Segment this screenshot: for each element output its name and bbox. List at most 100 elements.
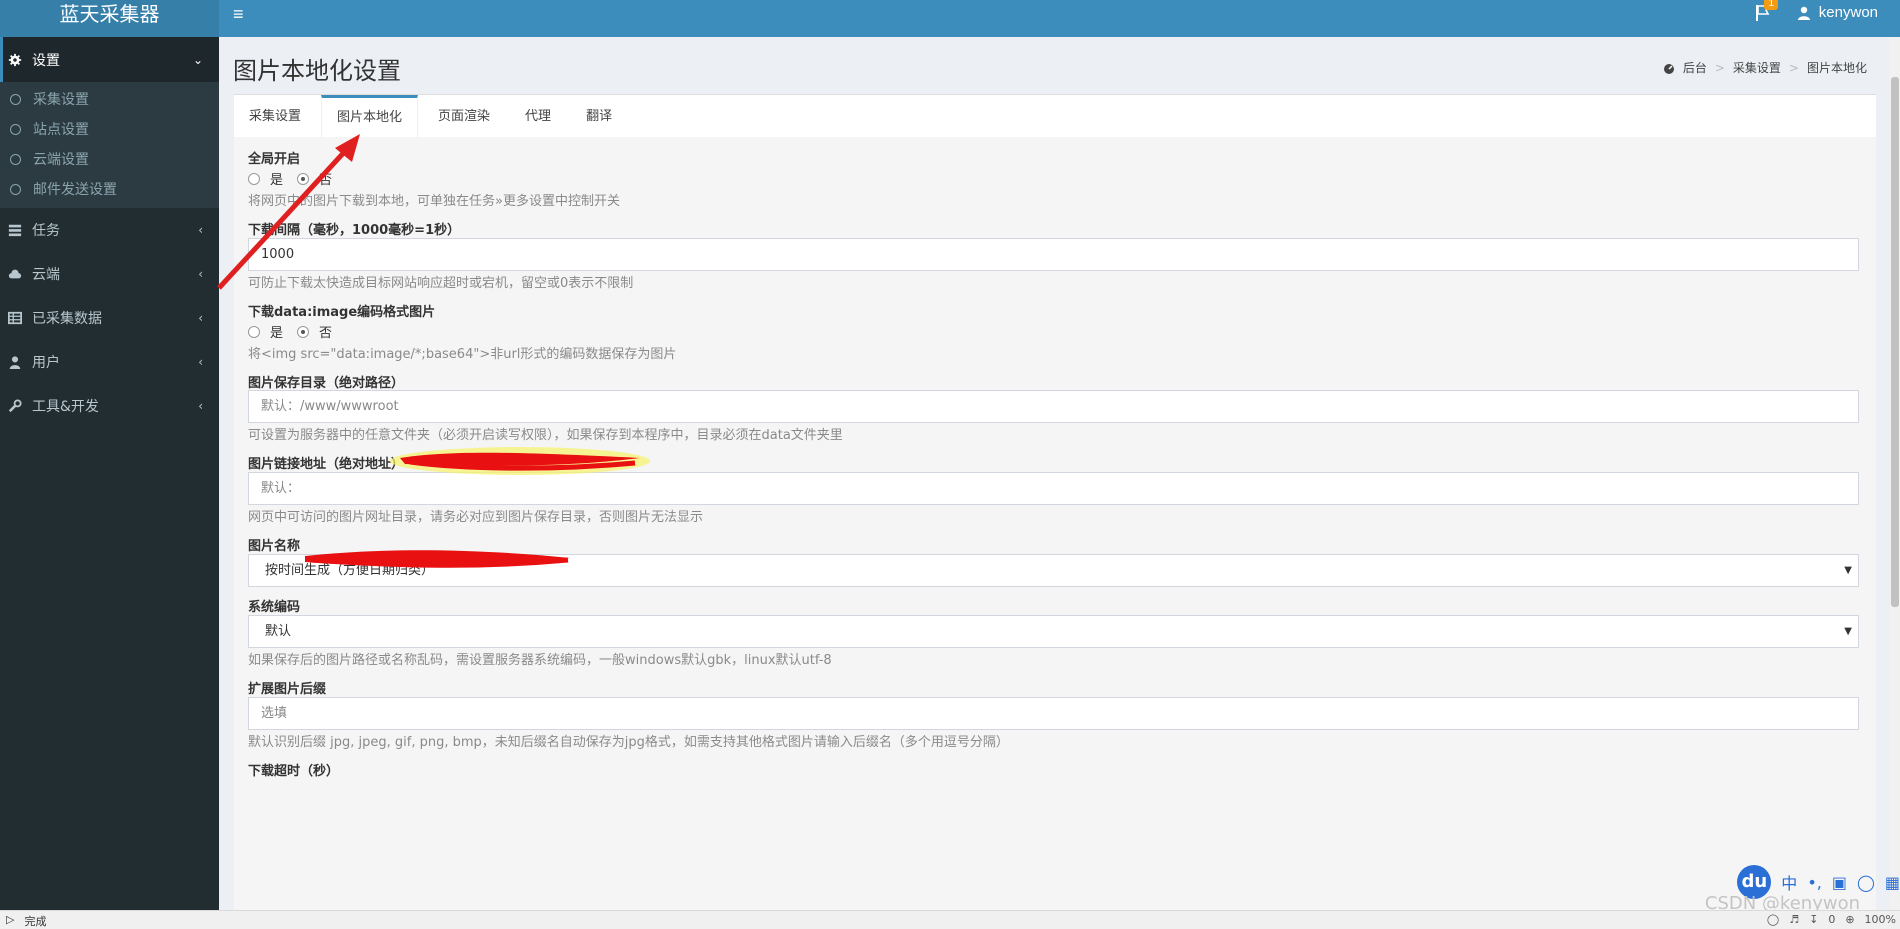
ime-lang[interactable]: 中	[1781, 870, 1797, 894]
user-name: kenywon	[1818, 4, 1878, 21]
sidebar-subitem-cloud-settings[interactable]: 云端设置	[0, 144, 219, 174]
sidebar-item-tools[interactable]: 工具&开发 ‹	[0, 384, 219, 428]
dashboard-icon	[1663, 63, 1674, 74]
extension-input[interactable]: 选填	[248, 697, 1859, 730]
tab-collect-settings[interactable]: 采集设置	[234, 95, 316, 137]
save-dir-label: 图片保存目录（绝对路径）	[248, 376, 405, 391]
status-count: 0	[1828, 913, 1836, 926]
user-icon	[9, 356, 21, 369]
play-icon: ▷	[6, 913, 15, 926]
breadcrumb-collect-settings[interactable]: 采集设置	[1733, 59, 1781, 76]
sidebar-item-label: 云端	[32, 267, 60, 283]
settings-form: 全局开启 是 否 将网页中的图片下载到本地，可单独在任务»更多设置中控制开关 下…	[234, 138, 1876, 929]
global-enable-help: 将网页中的图片下载到本地，可单独在任务»更多设置中控制开关	[248, 194, 620, 209]
navbar: ≡ 1 kenywon	[219, 0, 1900, 37]
save-dir-help: 可设置为服务器中的任意文件夹（必须开启读写权限），如果保存到本程序中，目录必须在…	[248, 428, 843, 443]
data-image-no-radio[interactable]	[297, 325, 310, 338]
chevron-left-icon: ‹	[198, 223, 203, 237]
toolbox-icon[interactable]: ▣	[1832, 873, 1847, 892]
sidebar-item-tasks[interactable]: 任务 ‹	[0, 208, 219, 252]
grid-icon[interactable]: ▦	[1885, 873, 1900, 892]
sidebar-subitem-collect-settings[interactable]: 采集设置	[0, 84, 219, 114]
data-image-radios: 是 否	[248, 322, 332, 341]
speaker-icon[interactable]: ♬	[1789, 913, 1799, 926]
circle-icon	[10, 153, 21, 165]
select-value: 按时间生成（方便日期归类）	[265, 563, 435, 578]
breadcrumb-separator: >	[1714, 60, 1725, 75]
gear-icon	[8, 53, 22, 66]
scrollbar-thumb[interactable]	[1891, 77, 1899, 607]
data-image-label: 下载data:image编码格式图片	[248, 305, 436, 320]
sidebar-item-collected-data[interactable]: 已采集数据 ‹	[0, 296, 219, 340]
sidebar-item-label: 任务	[32, 223, 60, 239]
status-left: ▷ 完成	[6, 913, 46, 929]
sidebar-item-users[interactable]: 用户 ‹	[0, 340, 219, 384]
circle-icon	[10, 123, 21, 135]
sidebar-subitem-mail-settings[interactable]: 邮件发送设置	[0, 174, 219, 204]
sidebar-subitem-label: 站点设置	[33, 122, 89, 138]
chevron-left-icon: ‹	[198, 355, 203, 369]
sidebar-subitem-site-settings[interactable]: 站点设置	[0, 114, 219, 144]
tab-image-localization[interactable]: 图片本地化	[321, 95, 419, 137]
tab-translate[interactable]: 翻译	[571, 95, 627, 137]
image-name-label: 图片名称	[248, 539, 301, 554]
cloud-icon	[8, 269, 22, 279]
breadcrumb: 后台 > 采集设置 > 图片本地化	[1663, 59, 1867, 76]
punctuation-icon[interactable]: •,	[1807, 873, 1822, 892]
global-enable-no-radio[interactable]	[297, 172, 310, 185]
notification-badge: 1	[1764, 0, 1778, 10]
user-icon[interactable]: ◯	[1857, 873, 1875, 892]
caret-down-icon: ▼	[1844, 626, 1852, 637]
interval-help: 可防止下载太快造成目标网站响应超时或宕机，留空或0表示不限制	[248, 276, 634, 291]
radio-label: 否	[319, 326, 333, 341]
sidebar-item-settings[interactable]: 设置 ⌄	[0, 37, 219, 82]
select-value: 默认	[265, 624, 292, 639]
interval-input[interactable]: 1000	[248, 238, 1859, 271]
encoding-help: 如果保存后的图片路径或名称乱码，需设置服务器系统编码，一般windows默认gb…	[248, 653, 832, 668]
menu-toggle-icon[interactable]: ≡	[233, 4, 244, 25]
settings-submenu: 采集设置 站点设置 云端设置 邮件发送设置	[0, 82, 219, 208]
global-enable-yes-radio[interactable]	[248, 172, 260, 185]
tab-bar: 采集设置 图片本地化 页面渲染 代理 翻译	[234, 95, 1876, 138]
encoding-select[interactable]: 默认 ▼	[248, 615, 1859, 648]
link-url-help: 网页中可访问的图片网址目录，请务必对应到图片保存目录，否则图片无法显示	[248, 510, 704, 525]
encoding-label: 系统编码	[248, 600, 301, 615]
chevron-down-icon: ⌄	[192, 52, 203, 67]
circle-icon	[10, 183, 21, 195]
link-url-label: 图片链接地址（绝对地址）	[248, 457, 405, 472]
radio-label: 是	[270, 173, 284, 188]
top-header: 蓝天采集器 ≡ 1 kenywon	[0, 0, 1900, 37]
page-scrollbar[interactable]	[1890, 37, 1900, 910]
link-url-input[interactable]: 默认：	[248, 472, 1859, 505]
download-icon[interactable]: ↧	[1809, 913, 1818, 926]
tab-proxy[interactable]: 代理	[510, 95, 566, 137]
data-image-yes-radio[interactable]	[248, 325, 260, 338]
save-dir-input[interactable]: 默认：/www/wwwroot	[248, 390, 1859, 423]
circle-icon	[10, 93, 21, 105]
sidebar-item-cloud[interactable]: 云端 ‹	[0, 252, 219, 296]
breadcrumb-home[interactable]: 后台	[1683, 59, 1707, 76]
zoom-icon[interactable]: ⊕	[1845, 913, 1854, 926]
radio-label: 是	[270, 326, 284, 341]
interval-label: 下载间隔（毫秒，1000毫秒=1秒）	[248, 223, 461, 238]
app-logo[interactable]: 蓝天采集器	[0, 0, 219, 37]
chevron-left-icon: ‹	[198, 399, 203, 413]
tab-page-render[interactable]: 页面渲染	[423, 95, 505, 137]
extension-label: 扩展图片后缀	[248, 682, 327, 697]
sidebar-item-label: 设置	[32, 52, 60, 69]
sidebar-subitem-label: 邮件发送设置	[33, 182, 117, 198]
user-menu[interactable]: kenywon	[1797, 4, 1878, 21]
sidebar-item-label: 已采集数据	[32, 311, 102, 327]
caret-down-icon: ▼	[1844, 565, 1852, 576]
breadcrumb-separator: >	[1788, 60, 1799, 75]
chevron-left-icon: ‹	[198, 311, 203, 325]
shield-icon[interactable]: ◯	[1767, 913, 1779, 926]
zoom-level[interactable]: 100%	[1865, 913, 1896, 926]
page-title: 图片本地化设置	[233, 57, 401, 85]
tasks-icon	[8, 224, 22, 237]
extension-help: 默认识别后缀 jpg, jpeg, gif, png, bmp，未知后缀名自动保…	[248, 735, 1009, 750]
global-enable-radios: 是 否	[248, 169, 332, 188]
breadcrumb-current: 图片本地化	[1806, 61, 1867, 75]
global-enable-label: 全局开启	[248, 152, 301, 167]
image-name-select[interactable]: 按时间生成（方便日期归类） ▼	[248, 554, 1859, 587]
